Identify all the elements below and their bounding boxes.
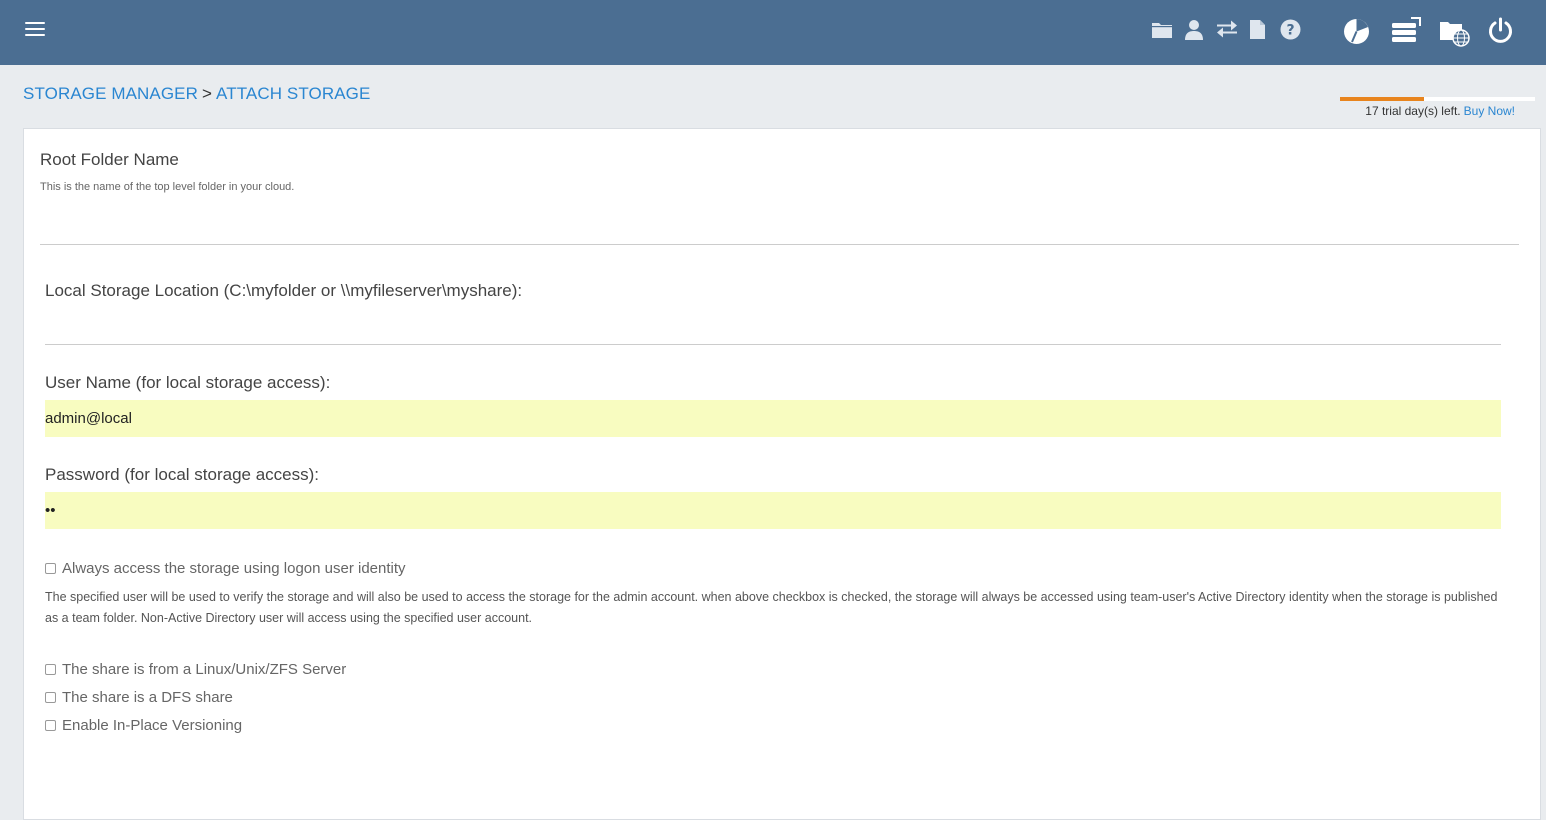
breadcrumb-storage-manager[interactable]: STORAGE MANAGER (23, 84, 198, 103)
local-storage-label: Local Storage Location (C:\myfolder or \… (45, 281, 523, 300)
folder-icon[interactable] (1151, 20, 1173, 39)
trial-days-text: 17 trial day(s) left. (1365, 104, 1461, 118)
identity-description: The specified user will be used to verif… (45, 590, 1498, 625)
linux-share-checkbox[interactable] (45, 664, 56, 675)
dashboard-icon[interactable] (1343, 18, 1370, 45)
help-icon[interactable]: ? (1280, 19, 1301, 40)
always-access-option[interactable]: Always access the storage using logon us… (45, 560, 406, 577)
breadcrumb-separator: > (202, 84, 213, 103)
linux-share-option[interactable]: The share is from a Linux/Unix/ZFS Serve… (45, 661, 346, 678)
trial-progress-fill (1340, 97, 1424, 101)
local-storage-input[interactable] (45, 318, 1501, 345)
svg-text:?: ? (1286, 23, 1294, 39)
power-icon[interactable] (1487, 17, 1514, 45)
attach-storage-panel: Root Folder Name This is the name of the… (23, 128, 1541, 820)
menu-icon[interactable] (25, 22, 45, 40)
buy-now-link[interactable]: Buy Now! (1464, 104, 1515, 118)
user-icon[interactable] (1184, 19, 1204, 40)
versioning-checkbox[interactable] (45, 720, 56, 731)
root-folder-input[interactable] (40, 218, 1519, 245)
network-folder-icon[interactable] (1439, 18, 1471, 48)
password-label: Password (for local storage access): (45, 465, 319, 484)
breadcrumb: STORAGE MANAGER > ATTACH STORAGE (23, 84, 370, 104)
top-bar: ? (0, 0, 1546, 65)
root-folder-label: Root Folder Name (40, 150, 179, 169)
dfs-share-checkbox[interactable] (45, 692, 56, 703)
dfs-share-option[interactable]: The share is a DFS share (45, 689, 233, 706)
document-icon[interactable] (1249, 19, 1266, 40)
server-icon[interactable] (1391, 17, 1421, 45)
breadcrumb-attach-storage[interactable]: ATTACH STORAGE (216, 84, 370, 103)
username-label: User Name (for local storage access): (45, 373, 331, 392)
root-folder-hint: This is the name of the top level folder… (40, 181, 295, 193)
linux-share-label[interactable]: The share is from a Linux/Unix/ZFS Serve… (62, 661, 346, 678)
trial-status: 17 trial day(s) left. Buy Now! (1365, 104, 1515, 118)
transfer-icon[interactable] (1216, 20, 1238, 38)
username-input[interactable] (45, 400, 1501, 437)
trial-progress-bar (1340, 97, 1535, 101)
always-access-label[interactable]: Always access the storage using logon us… (62, 560, 406, 577)
versioning-label[interactable]: Enable In-Place Versioning (62, 717, 242, 734)
dfs-share-label[interactable]: The share is a DFS share (62, 689, 233, 706)
versioning-option[interactable]: Enable In-Place Versioning (45, 717, 242, 734)
always-access-checkbox[interactable] (45, 563, 56, 574)
password-input[interactable] (45, 492, 1501, 529)
